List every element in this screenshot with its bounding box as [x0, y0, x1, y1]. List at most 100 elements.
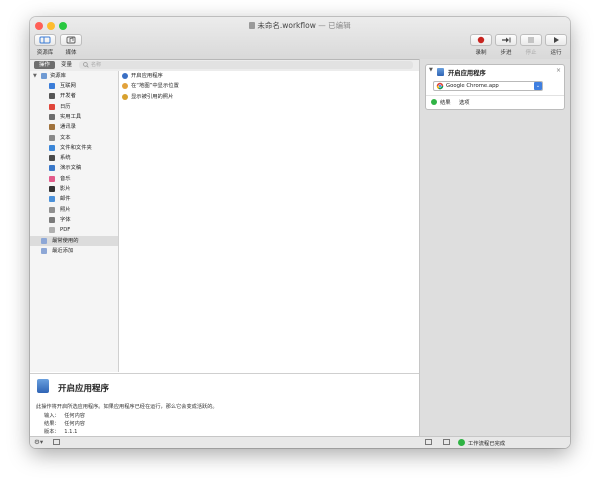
results-tab[interactable]: 结果	[440, 98, 451, 106]
step-icon	[502, 37, 511, 43]
open-app-icon	[437, 68, 444, 76]
library-root-label: 资源库	[50, 73, 66, 79]
input-value: 任何内容	[64, 413, 85, 419]
library-item-label: 音乐	[60, 175, 71, 182]
card-divider	[426, 95, 564, 96]
run-label: 运行	[550, 50, 562, 56]
version-label: 版本：	[44, 429, 60, 435]
variables-tab[interactable]: 变量	[56, 61, 77, 69]
log-toggle-icon[interactable]	[425, 439, 432, 445]
record-button[interactable]	[470, 34, 492, 46]
actions-tab[interactable]: 操作	[34, 61, 55, 69]
action-item[interactable]: 显示被引用的照片	[119, 92, 419, 102]
library-item-label: 文本	[60, 134, 71, 141]
title-filename: 未命名.workflow	[257, 21, 316, 30]
library-item[interactable]: 开发者	[30, 91, 118, 101]
gear-menu-icon[interactable]: ⚙︎▾	[34, 438, 43, 446]
library-item[interactable]: 系统	[30, 153, 118, 163]
action-card[interactable]: ▼ 开启应用程序 × Google Chrome.app ⌄ 结果 选项	[425, 64, 565, 110]
library-folder-icon	[41, 73, 47, 79]
library-item[interactable]: 通讯录	[30, 122, 118, 132]
library-list: ▼ 资源库 互联网开发者日历实用工具通讯录文本文件和文件夹系统 演示文稿音乐影片邮…	[30, 71, 119, 372]
library-item-label: 文件和文件夹	[60, 144, 92, 151]
search-placeholder: 名称	[91, 62, 102, 68]
library-item-label: 字体	[60, 216, 71, 223]
smart-folder-item[interactable]: 最常使用的	[30, 235, 118, 246]
library-item-label: 开发者	[60, 93, 76, 100]
library-item-label: 日历	[60, 103, 71, 110]
library-item[interactable]: 文件和文件夹	[30, 143, 118, 153]
library-icon	[39, 36, 51, 44]
media-button[interactable]	[60, 34, 82, 46]
window-title: 未命名.workflow — 已编辑	[30, 20, 570, 31]
popup-chevron-icon[interactable]: ⌄	[534, 82, 542, 90]
hammer-icon	[49, 93, 55, 100]
actions-list: 开启应用程序在“地图”中显示位置显示被引用的照片	[119, 71, 419, 372]
action-item-label: 在“地图”中显示位置	[131, 83, 179, 90]
media-icon	[66, 36, 76, 44]
search-field[interactable]: 名称	[79, 61, 413, 69]
pdf-icon	[49, 227, 55, 234]
movie-icon	[49, 186, 55, 192]
application-popup[interactable]: Google Chrome.app ⌄	[433, 81, 543, 91]
library-item[interactable]: 影片	[30, 184, 118, 194]
workflow-area[interactable]: ▼ 开启应用程序 × Google Chrome.app ⌄ 结果 选项	[420, 59, 570, 436]
open-app-icon	[37, 379, 49, 393]
description-version: 版本： 1.1.1	[44, 428, 77, 435]
library-item[interactable]: 音乐	[30, 174, 118, 184]
library-item-label: 通讯录	[60, 124, 76, 131]
photos-icon	[122, 93, 128, 100]
step-button[interactable]	[495, 34, 517, 46]
library-item[interactable]: PDF	[30, 225, 118, 235]
library-item[interactable]: 字体	[30, 215, 118, 225]
options-tab[interactable]: 选项	[459, 98, 470, 106]
music-icon	[49, 175, 55, 182]
library-item[interactable]: 日历	[30, 102, 118, 112]
action-item-label: 开启应用程序	[131, 73, 163, 79]
library-item[interactable]: 互联网	[30, 81, 118, 91]
play-icon	[554, 37, 559, 43]
contacts-icon	[49, 124, 55, 131]
photos-icon	[49, 206, 55, 213]
library-item[interactable]: 实用工具	[30, 112, 118, 122]
application-popup-value: Google Chrome.app	[446, 83, 499, 89]
description-result: 结果： 任何内容	[44, 420, 85, 427]
smart-folder-item[interactable]: 最近添加	[30, 246, 118, 256]
library-item[interactable]: 文本	[30, 133, 118, 143]
globe-icon	[49, 83, 55, 89]
library-item-label: 邮件	[60, 196, 71, 203]
library-root[interactable]: ▼ 资源库	[30, 71, 118, 81]
action-item[interactable]: 开启应用程序	[119, 71, 419, 81]
close-card-icon[interactable]: ×	[556, 67, 561, 74]
library-item-label: 影片	[60, 186, 71, 192]
finder-icon	[49, 144, 55, 151]
library-item[interactable]: 演示文稿	[30, 163, 118, 173]
search-icon	[83, 62, 89, 68]
mail-icon	[49, 196, 55, 203]
result-value: 任何内容	[64, 421, 85, 427]
chrome-icon	[436, 82, 444, 90]
smart-folder-icon	[41, 247, 47, 254]
library-item-label: 照片	[60, 206, 71, 213]
version-value: 1.1.1	[64, 429, 78, 435]
smart-folder-label: 最常使用的	[52, 237, 79, 244]
stop-icon	[528, 37, 534, 43]
description-text: 此操作将开启所选应用程序。如果应用程序已经在运行，那么它会变成活跃的。	[36, 404, 218, 410]
tools-icon	[49, 113, 55, 120]
collapse-triangle-icon[interactable]: ▼	[429, 67, 433, 73]
action-item[interactable]: 在“地图”中显示位置	[119, 81, 419, 91]
title-separator: —	[318, 21, 326, 30]
smart-folder-icon	[41, 237, 47, 244]
description-toggle-icon[interactable]	[53, 439, 60, 445]
bottom-bar: ⚙︎▾ 工作流程已完成	[30, 436, 570, 448]
stop-button[interactable]	[520, 34, 542, 46]
variables-toggle-icon[interactable]	[443, 439, 450, 445]
disclosure-triangle-icon[interactable]: ▼	[33, 71, 37, 81]
library-item[interactable]: 邮件	[30, 194, 118, 204]
automator-window: 未命名.workflow — 已编辑 资源库 媒体 录制 步进 停止 运行 操作…	[30, 17, 570, 448]
library-item[interactable]: 照片	[30, 205, 118, 215]
library-button[interactable]	[34, 34, 56, 46]
system-icon	[49, 155, 55, 162]
status-text: 工作流程已完成	[468, 441, 506, 447]
run-button[interactable]	[545, 34, 567, 46]
